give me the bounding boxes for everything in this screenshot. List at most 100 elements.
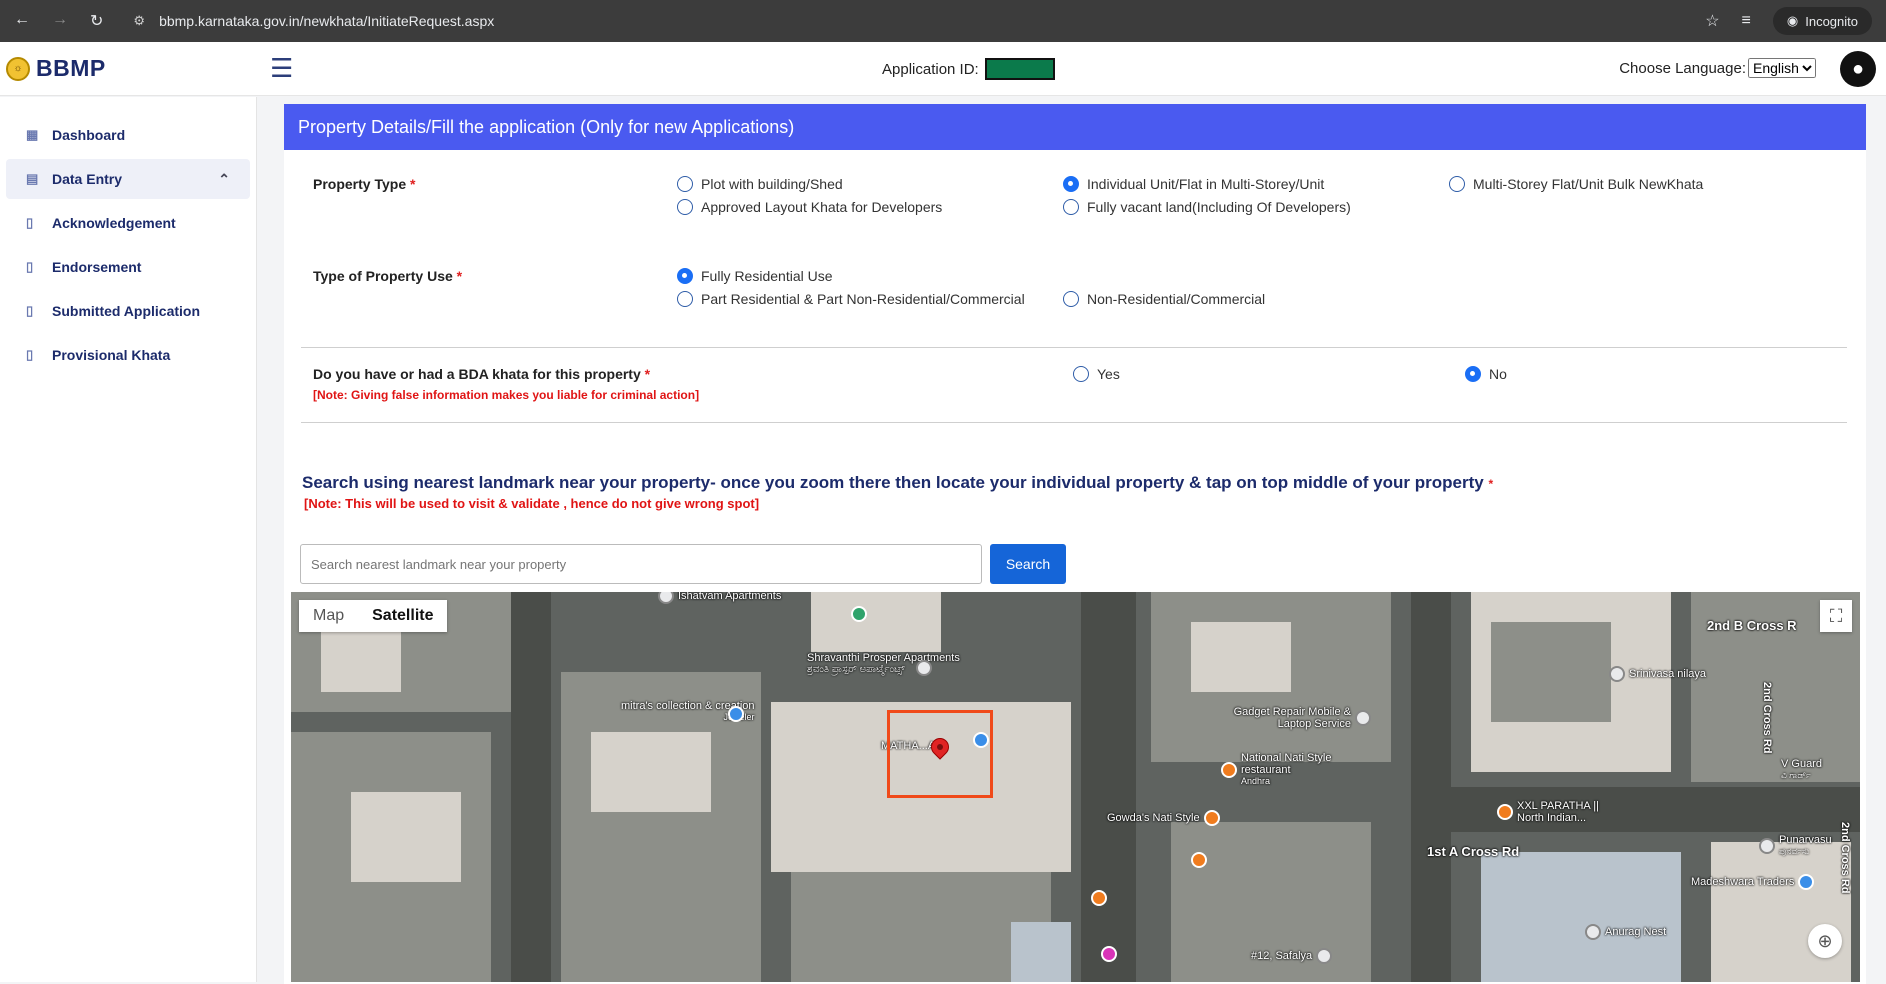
radio-multi-storey-bulk[interactable]: Multi-Storey Flat/Unit Bulk NewKhata [1449,176,1703,192]
radio-fully-vacant-land[interactable]: Fully vacant land(Including Of Developer… [1063,199,1351,215]
poi-label-kannada: ಪುನರ್ವಸು [1779,846,1810,856]
radio-circle[interactable] [1073,366,1089,382]
radio-bda-yes[interactable]: Yes [1073,366,1120,382]
poi-gadget-repair[interactable]: Gadget Repair Mobile & Laptop Service [1221,706,1351,730]
document-icon: ▯ [26,215,34,230]
radio-circle[interactable] [1449,176,1465,192]
radio-bda-no[interactable]: No [1465,366,1507,382]
sidebar-item-dashboard[interactable]: ▦ Dashboard [6,115,250,155]
poi-xxl-paratha-pin[interactable] [1497,804,1513,820]
table-icon: ▤ [26,171,39,186]
poi-national-nati[interactable]: National Nati Style restaurant Andhra [1241,752,1351,786]
bda-khata-label-text: Do you have or had a BDA khata for this … [313,366,641,382]
poi-restaurant-pin[interactable] [1191,852,1207,868]
map-pin-icon [1585,924,1601,940]
radio-circle-selected[interactable] [1465,366,1481,382]
site-info-icon[interactable]: ⚙ [133,13,145,29]
map-pin-icon [916,660,932,676]
satellite-map[interactable]: Ishatvam Apartments Shravanthi Prosper A… [291,592,1860,982]
language-chooser: Choose Language: English [1619,58,1816,78]
bbmp-seal-icon: ☼ [6,56,30,81]
poi-national-nati-pin[interactable] [1221,762,1237,778]
radio-non-residential[interactable]: Non-Residential/Commercial [1063,291,1265,307]
map-type-satellite-button[interactable]: Satellite [358,600,447,632]
poi-cafe-pin[interactable] [1091,890,1107,906]
radio-circle[interactable] [1063,291,1079,307]
radio-circle[interactable] [677,291,693,307]
sidebar-item-acknowledgement[interactable]: ▯ Acknowledgement [6,203,250,243]
poi-label: National Nati Style restaurant [1241,752,1332,776]
map-pin-icon [1355,710,1371,726]
logo[interactable]: ☼ BBMP [0,55,270,82]
incognito-badge[interactable]: ◉ Incognito [1772,7,1872,35]
map-road [1081,592,1136,982]
poi-madeshwara[interactable]: Madeshwara Traders [1691,874,1815,890]
park-pin-icon [851,606,867,622]
restaurant-pin-icon [1221,762,1237,778]
forward-icon[interactable]: → [52,11,68,31]
map-tile [591,732,711,812]
poi-park[interactable] [851,606,867,622]
radio-circle-selected[interactable] [1063,176,1079,192]
poi-ishatvam[interactable]: Ishatvam Apartments [658,592,781,604]
divider [301,347,1847,348]
my-location-icon[interactable]: ⊕ [1808,924,1842,958]
radio-label: Approved Layout Khata for Developers [701,199,943,215]
poi-label: Shravanthi Prosper Apartments [807,652,960,664]
chevron-up-icon[interactable]: ⌃ [218,171,230,188]
sidebar-item-provisional-khata[interactable]: ▯ Provisional Khata [6,335,250,375]
bookmark-star-icon[interactable]: ☆ [1705,11,1719,31]
poi-gowdas[interactable]: Gowda's Nati Style [1107,810,1220,826]
poi-punarvasu[interactable]: Punarvasu ಪುನರ್ವಸು [1759,834,1832,857]
poi-label-kannada: ಶ್ರವಂತಿ ಪ್ರಾಸ್ಪರ್ ಅಪಾರ್ಟ್ಮೆಂಟ್ಸ್ [807,664,905,675]
fullscreen-icon[interactable]: ⛶ [1820,600,1852,632]
user-avatar-icon[interactable]: ● [1840,51,1876,87]
poi-shravanthi[interactable]: Shravanthi Prosper Apartments ಶ್ರವಂತಿ ಪ್… [807,652,960,675]
media-icon[interactable]: ≡ [1742,12,1751,30]
cafe-pin-icon [1091,890,1107,906]
radio-label: Fully vacant land(Including Of Developer… [1087,199,1351,215]
divider [301,422,1847,423]
reload-icon[interactable]: ↻ [90,11,103,31]
sidebar-item-endorsement[interactable]: ▯ Endorsement [6,247,250,287]
sidebar-item-data-entry[interactable]: ▤ Data Entry ⌃ [6,159,250,199]
radio-individual-unit[interactable]: Individual Unit/Flat in Multi-Storey/Uni… [1063,176,1324,192]
poi-shravanthi-pin[interactable] [916,660,932,676]
poi-xxl-paratha[interactable]: XXL PARATHA || North Indian... [1517,800,1627,824]
sidebar-item-label: Provisional Khata [52,347,171,363]
poi-label: Punarvasu [1779,834,1832,846]
poi-gym-pin[interactable] [1101,946,1117,962]
back-icon[interactable]: ← [14,11,30,31]
shop-pin-icon [1798,874,1815,890]
language-select[interactable]: English [1748,58,1816,78]
sidebar-item-submitted-application[interactable]: ▯ Submitted Application [6,291,250,331]
radio-part-residential[interactable]: Part Residential & Part Non-Residential/… [677,291,1025,307]
poi-srinivasa[interactable]: Srinivasa nilaya [1609,666,1706,682]
radio-approved-layout[interactable]: Approved Layout Khata for Developers [677,199,942,215]
address-bar[interactable]: bbmp.karnataka.gov.in/newkhata/InitiateR… [159,13,494,29]
radio-circle[interactable] [677,199,693,215]
grid-icon: ▦ [26,127,39,142]
landmark-search-input[interactable] [300,544,982,584]
map-pin-icon [658,592,674,604]
radio-circle-selected[interactable] [677,268,693,284]
search-button[interactable]: Search [990,544,1066,584]
landmark-search-title-text: Search using nearest landmark near your … [302,473,1484,492]
map-road [1411,592,1451,982]
poi-anurag-nest[interactable]: Anurag Nest [1585,924,1666,940]
radio-plot-with-building[interactable]: Plot with building/Shed [677,176,843,192]
restaurant-pin-icon [1191,852,1207,868]
radio-circle[interactable] [1063,199,1079,215]
street-label: 2nd Cross Rd [1839,822,1851,894]
radio-circle[interactable] [677,176,693,192]
hamburger-menu-icon[interactable]: ☰ [270,53,293,84]
poi-gadget-pin[interactable] [1355,710,1371,726]
map-type-map-button[interactable]: Map [299,600,358,632]
poi-safalya[interactable]: #12, Safalya [1251,948,1333,964]
radio-fully-residential[interactable]: Fully Residential Use [677,268,833,284]
poi-mitras-pin[interactable] [728,706,744,722]
radio-label: No [1489,366,1507,382]
poi-v-guard[interactable]: V Guard ವಿ ಗಾರ್ಡ್ [1781,758,1822,781]
required-mark: * [456,268,463,284]
map-tile [1191,622,1291,692]
